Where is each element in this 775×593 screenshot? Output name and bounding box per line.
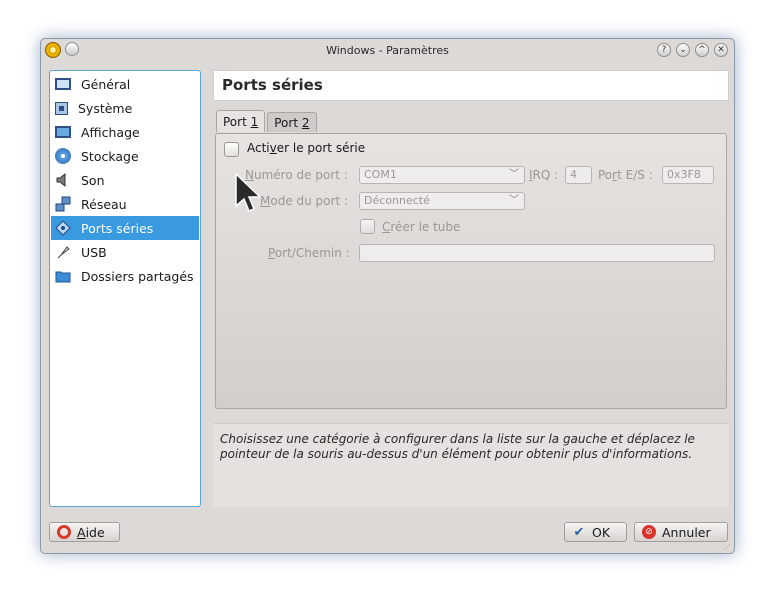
enable-serial-port-label[interactable]: Activer le port série [247,141,365,155]
cancel-button-label: Annuler [662,524,711,540]
maximize-button[interactable]: ^ [695,43,709,57]
port-tabs: Port 1 Port 2 [216,110,319,132]
sidebar-item-storage[interactable]: Stockage [51,144,199,168]
lifebuoy-icon [57,525,71,539]
page-header: Ports séries [213,70,729,101]
mouse-pointer-icon [235,172,262,212]
sidebar-item-shared-folders[interactable]: Dossiers partagés [51,264,199,288]
chevron-down-icon: ﹀ [509,169,519,180]
chevron-down-icon: ﹀ [509,195,519,206]
help-info-box: Choisissez une catégorie à configurer da… [213,423,729,507]
speaker-icon [55,172,71,188]
port-path-label: Port/Chemin : [268,246,350,260]
ok-button[interactable]: ✔ OK [564,522,627,542]
folder-icon [55,268,71,284]
io-port-label: Port E/S : [598,168,653,182]
create-pipe-label[interactable]: Créer le tube [382,220,460,234]
help-button[interactable]: Aide [49,522,120,542]
enable-serial-port-checkbox[interactable] [224,142,239,157]
sidebar-item-usb[interactable]: USB [51,240,199,264]
sidebar-item-label: Stockage [81,148,139,164]
sidebar-item-label: Son [81,172,105,188]
sidebar-item-label: Système [78,100,133,116]
irq-input[interactable]: 4 [565,166,592,184]
create-pipe-checkbox[interactable] [360,219,375,234]
io-port-input[interactable]: 0x3F8 [662,166,714,184]
cancel-icon: ⊘ [642,525,656,539]
sidebar-item-system[interactable]: Système [51,96,199,120]
settings-window: Windows - Paramètres ? ⌄ ^ ✕ Général Sys… [40,38,735,554]
sidebar-item-network[interactable]: Réseau [51,192,199,216]
checkmark-icon: ✔ [573,524,585,540]
ok-button-label: OK [592,524,611,540]
help-button-label: Aide [77,524,105,540]
sidebar-item-label: Général [81,76,131,92]
tab-port-2[interactable]: Port 2 [267,112,317,132]
sidebar-item-label: Ports séries [81,220,154,236]
sidebar-item-serial-ports[interactable]: Ports séries [51,216,199,240]
usb-icon [55,244,71,260]
category-list[interactable]: Général Système Affichage Stockage Son R… [49,70,201,507]
help-title-button[interactable]: ? [657,43,671,57]
window-title: Windows - Paramètres [326,44,449,57]
serial-port-icon [55,220,71,236]
cancel-button[interactable]: ⊘ Annuler [634,522,728,542]
sidebar-item-display[interactable]: Affichage [51,120,199,144]
sidebar-item-sound[interactable]: Son [51,168,199,192]
sidebar-item-label: Réseau [81,196,127,212]
sidebar-item-general[interactable]: Général [51,72,199,96]
page-title: Ports séries [222,76,323,94]
minimize-button[interactable]: ⌄ [676,43,690,57]
title-bar[interactable]: Windows - Paramètres ? ⌄ ^ ✕ [41,39,734,63]
chip-icon [55,101,68,115]
port-number-select[interactable]: COM1 ﹀ [359,166,525,184]
help-info-text: Choisissez une catégorie à configurer da… [220,432,695,461]
port-mode-select[interactable]: Déconnecté ﹀ [359,192,525,210]
resize-grip-icon[interactable]: ⋰ [724,543,732,551]
monitor-icon [55,78,71,90]
settings-content: Ports séries Port 1 Port 2 Activer le po… [213,70,729,507]
port-path-input[interactable] [359,244,715,262]
irq-label: IRQ : [529,168,559,182]
sidebar-item-label: Affichage [81,124,140,140]
port-mode-label: Mode du port : [260,194,349,208]
sidebar-item-label: Dossiers partagés [81,268,194,284]
display-icon [55,126,71,138]
close-button[interactable]: ✕ [714,43,728,57]
disk-icon [55,148,71,164]
tab-port-1[interactable]: Port 1 [216,110,266,132]
network-icon [55,196,71,212]
sidebar-item-label: USB [81,244,107,260]
port-settings-panel: Activer le port série Numéro de port : C… [215,133,727,409]
